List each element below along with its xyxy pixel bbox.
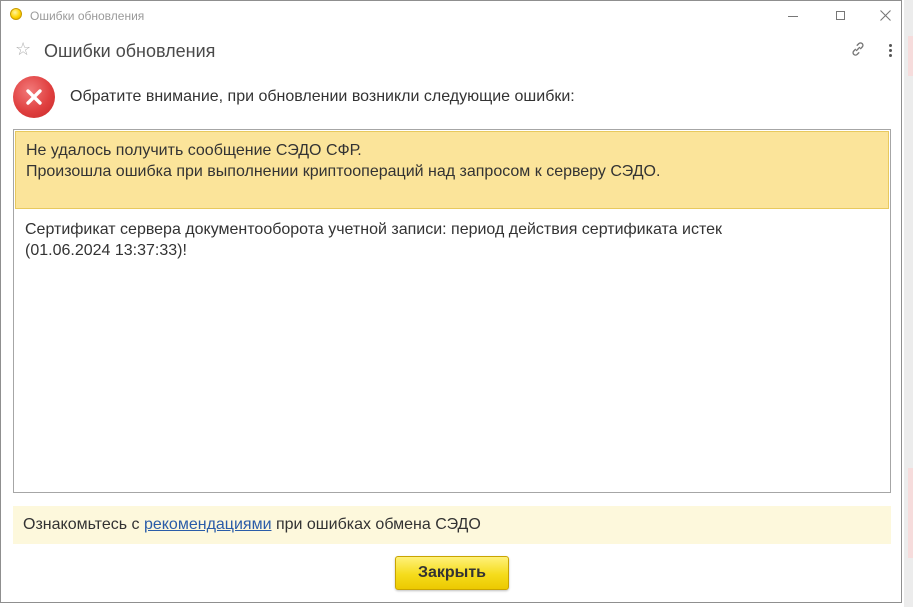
window-close-button[interactable] xyxy=(862,1,908,30)
notice-text: Обратите внимание, при обновлении возник… xyxy=(70,88,575,105)
error-summary-line: Произошла ошибка при выполнении криптооп… xyxy=(26,163,661,180)
cross-icon xyxy=(26,89,42,105)
error-icon xyxy=(13,76,55,118)
recommendations-link[interactable]: рекомендациями xyxy=(144,516,272,533)
background-fragment xyxy=(908,36,913,76)
recommendation-suffix: при ошибках обмена СЭДО xyxy=(271,516,481,533)
recommendation-text: Ознакомьтесь с рекомендациями при ошибка… xyxy=(23,515,481,535)
close-button[interactable]: Закрыть xyxy=(395,556,509,590)
error-detail-line: (01.06.2024 13:37:33)! xyxy=(25,242,187,259)
close-icon xyxy=(879,10,891,21)
errors-textbox[interactable]: Не удалось получить сообщение СЭДО СФР. … xyxy=(13,129,891,493)
minimize-icon xyxy=(788,16,798,17)
os-titlebar[interactable]: Ошибки обновления xyxy=(1,1,901,30)
dialog-window: Ошибки обновления ☆ Ошибки обновления Об… xyxy=(0,0,902,603)
recommendation-bar: Ознакомьтесь с рекомендациями при ошибка… xyxy=(13,506,891,544)
error-summary-highlight: Не удалось получить сообщение СЭДО СФР. … xyxy=(15,131,889,209)
more-vertical-icon[interactable] xyxy=(881,41,899,59)
maximize-button[interactable] xyxy=(817,1,863,30)
error-detail-line: Сертификат сервера документооборота учет… xyxy=(25,221,722,238)
minimize-button[interactable] xyxy=(770,1,816,30)
form-title: Ошибки обновления xyxy=(44,41,216,61)
link-icon[interactable] xyxy=(849,40,867,58)
error-summary-line: Не удалось получить сообщение СЭДО СФР. xyxy=(26,142,362,159)
maximize-icon xyxy=(835,11,845,20)
star-icon[interactable]: ☆ xyxy=(15,39,31,59)
app-icon xyxy=(10,8,22,20)
background-strip xyxy=(904,0,913,607)
form-header: ☆ Ошибки обновления xyxy=(1,34,901,68)
os-window-title: Ошибки обновления xyxy=(30,9,145,23)
recommendation-prefix: Ознакомьтесь с xyxy=(23,516,144,533)
background-fragment xyxy=(908,468,913,558)
